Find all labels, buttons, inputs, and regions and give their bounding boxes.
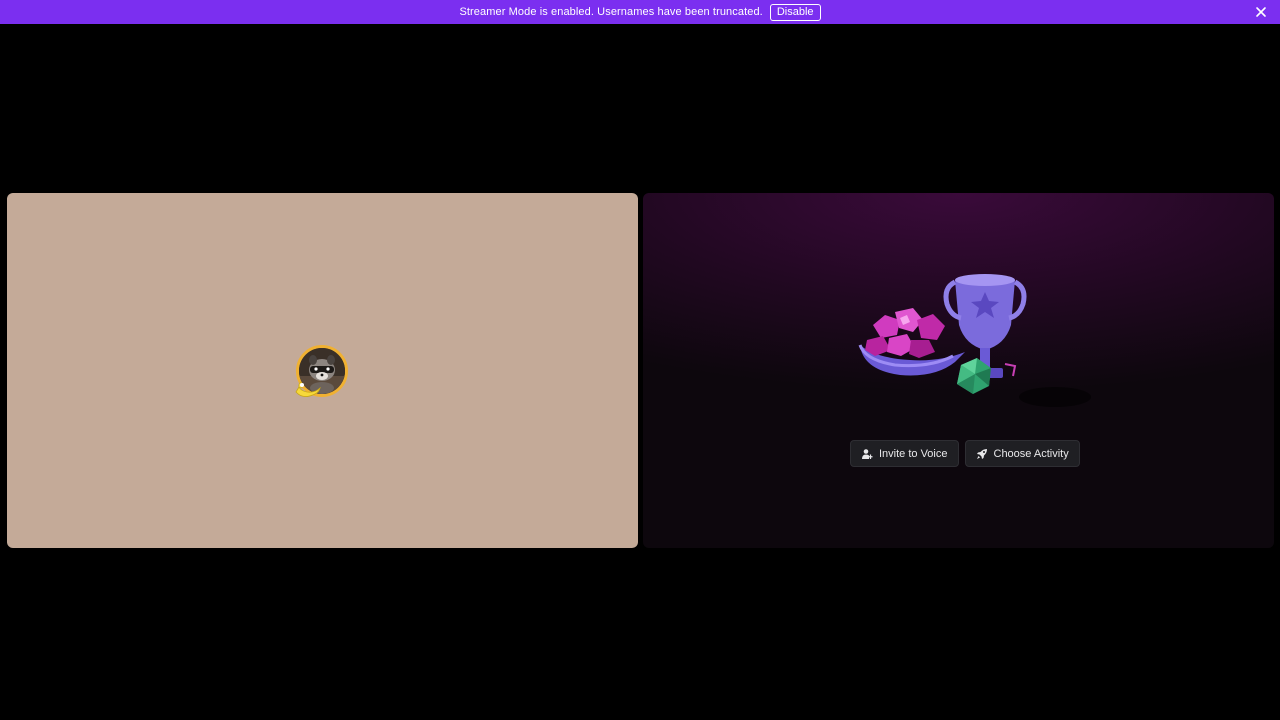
- rocket-icon: [976, 448, 987, 459]
- choose-activity-label: Choose Activity: [993, 447, 1069, 460]
- add-user-icon: [862, 448, 873, 459]
- invite-to-voice-button[interactable]: Invite to Voice: [850, 440, 959, 467]
- user-avatar[interactable]: [293, 345, 348, 400]
- activity-actions: Invite to Voice Choose Activity: [850, 440, 1080, 467]
- choose-activity-button[interactable]: Choose Activity: [964, 440, 1080, 467]
- trophy-gems-dice-illustration: [855, 270, 1095, 415]
- banana-icon: [293, 378, 325, 400]
- disable-streamer-mode-button[interactable]: Disable: [769, 3, 821, 21]
- invite-to-voice-label: Invite to Voice: [879, 447, 948, 460]
- banner-message: Streamer Mode is enabled. Usernames have…: [459, 6, 763, 18]
- close-icon[interactable]: [1254, 5, 1268, 19]
- streamer-mode-banner: Streamer Mode is enabled. Usernames have…: [0, 0, 1280, 24]
- voice-channel-view: Streamer Mode is enabled. Usernames have…: [0, 0, 1280, 720]
